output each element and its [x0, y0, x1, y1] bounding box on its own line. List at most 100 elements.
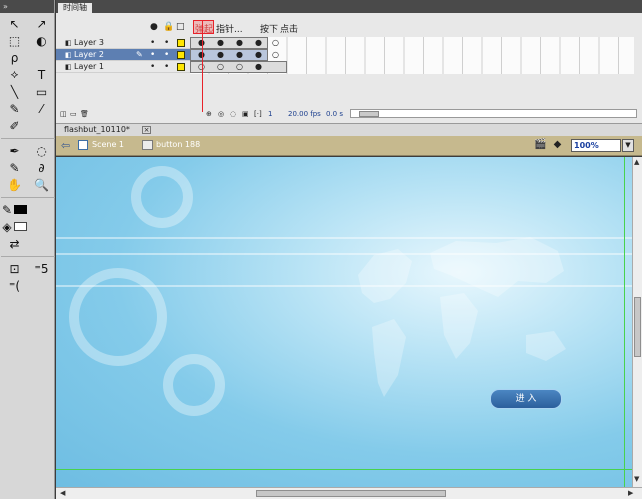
gradient-transform-tool-icon[interactable]: ◐	[28, 32, 55, 49]
enter-button[interactable]: 进 入	[490, 389, 562, 409]
onion-skin-icon[interactable]: ◎	[218, 110, 224, 118]
tab-document[interactable]: flashbut_10110*	[64, 125, 130, 134]
stage-canvas[interactable]: 进 入	[56, 157, 632, 487]
elapsed-time: 0.0 s	[326, 110, 344, 118]
zoom-dropdown-chevron-down-icon[interactable]: ▼	[622, 139, 634, 152]
layer-row-3[interactable]: ◧ Layer 3 • •	[56, 37, 190, 49]
tools-panel-header[interactable]: »	[0, 0, 54, 13]
stage-vscroll-thumb[interactable]	[634, 297, 641, 357]
tools-divider	[1, 193, 55, 198]
scroll-down-icon[interactable]: ▼	[634, 475, 639, 483]
visibility-dot[interactable]: •	[150, 49, 155, 61]
hand-tool-icon[interactable]: ✋	[1, 176, 28, 193]
keyframe-icon[interactable]: ●	[255, 50, 262, 59]
center-frame-icon[interactable]: ⊕	[206, 110, 212, 118]
keyframe-icon[interactable]: ●	[236, 38, 243, 47]
show-hide-all-icon[interactable]: ●	[150, 22, 158, 32]
playhead-marker[interactable]	[193, 20, 214, 34]
modify-onion-markers-icon[interactable]: [·]	[254, 110, 262, 118]
delete-layer-icon[interactable]: 🗑	[80, 110, 89, 118]
visibility-dot[interactable]: •	[150, 61, 155, 73]
visibility-dot[interactable]: •	[150, 37, 155, 49]
lasso-tool-icon[interactable]: ρ	[1, 49, 28, 66]
outline-all-icon[interactable]: □	[176, 22, 185, 32]
layer-row-1[interactable]: ◧ Layer 1 • •	[56, 61, 190, 73]
zoom-input[interactable]: 100%	[571, 139, 621, 152]
empty-keyframe-icon[interactable]: ○	[217, 62, 224, 71]
stage-hscroll-thumb[interactable]	[256, 490, 446, 497]
current-frame: 1	[268, 110, 273, 118]
eyedropper-tool-icon[interactable]: ◌	[28, 142, 55, 159]
stage-vscroll[interactable]: ▲ ▼	[632, 157, 642, 487]
keyframe-icon[interactable]: ●	[255, 38, 262, 47]
snap-to-objects-icon[interactable]: ⊡	[1, 260, 28, 277]
scroll-up-icon[interactable]: ▲	[634, 158, 639, 166]
timeline-hscroll-thumb[interactable]	[359, 111, 379, 117]
playhead-line[interactable]	[202, 20, 203, 112]
frame-label-over[interactable]: 指针...	[216, 22, 243, 35]
eraser-tool-icon[interactable]: ✎	[1, 159, 28, 176]
straighten-option-icon[interactable]: ⁼(	[1, 277, 28, 294]
frame-label-down[interactable]: 按下	[260, 22, 278, 35]
empty-keyframe-icon[interactable]: ○	[272, 50, 279, 59]
keyframe-icon[interactable]: ●	[217, 50, 224, 59]
lock-all-icon[interactable]: 🔒	[163, 22, 174, 32]
new-folder-icon[interactable]: ▭	[70, 110, 77, 118]
ink-bottle-tool-icon[interactable]: ✐	[1, 117, 28, 134]
breadcrumb-symbol[interactable]: button 188	[156, 140, 200, 149]
layer-icon: ◧	[65, 63, 72, 71]
empty-keyframe-icon[interactable]: ○	[236, 62, 243, 71]
text-tool-icon[interactable]: T	[28, 66, 55, 83]
keyframe-icon[interactable]: ●	[217, 38, 224, 47]
frame-label-hit[interactable]: 点击	[280, 22, 298, 35]
smooth-option-icon[interactable]: ⁼5	[28, 260, 55, 277]
edit-symbols-icon[interactable]: ◆	[551, 139, 564, 151]
layer-name: Layer 2	[74, 50, 104, 59]
lock-dot[interactable]: •	[164, 37, 169, 49]
edit-scene-icon[interactable]: 🎬	[534, 139, 547, 151]
layer-row-2[interactable]: ◧ Layer 2 ✎ • •	[56, 49, 190, 61]
bone-tool-icon[interactable]: ∂	[28, 159, 55, 176]
keyframe-icon[interactable]: ●	[255, 62, 262, 71]
keyframe-icon[interactable]: ●	[236, 50, 243, 59]
close-tab-icon[interactable]: ×	[142, 126, 151, 134]
swap-colors-icon[interactable]: ⇄	[1, 235, 28, 252]
scene-icon	[78, 140, 88, 150]
world-map-graphic	[358, 237, 566, 397]
scroll-left-icon[interactable]: ◀	[60, 489, 65, 497]
subselection-tool-icon[interactable]: ↗	[28, 15, 55, 32]
lock-dot[interactable]: •	[164, 61, 169, 73]
brush-tool-icon[interactable]: ⁄	[28, 100, 55, 117]
frame-rate: 20.00 fps	[288, 110, 321, 118]
pencil-tool-icon[interactable]: ✎	[1, 100, 28, 117]
stroke-color-swatch[interactable]: ✎	[1, 201, 28, 218]
tab-timeline[interactable]: 时间轴	[58, 3, 92, 13]
outline-color-box[interactable]	[177, 39, 185, 47]
new-layer-icon[interactable]: ◫	[60, 110, 67, 118]
selection-tool-icon[interactable]: ↖	[1, 15, 28, 32]
pen-tool-icon[interactable]: ⟡	[1, 66, 28, 83]
empty-keyframe-icon[interactable]: ○	[272, 38, 279, 47]
zoom-tool-icon[interactable]: 🔍	[28, 176, 55, 193]
edit-multiple-frames-icon[interactable]: ▣	[242, 110, 249, 118]
frames-grid[interactable]: ● ● ● ● ○ ● ● ● ● ○ ○ ○ ○ ●	[190, 37, 634, 74]
outline-color-box[interactable]	[177, 63, 185, 71]
stage-area[interactable]: 进 入	[56, 157, 632, 487]
line-tool-icon[interactable]: ╲	[1, 83, 28, 100]
timeline-tab-bar: 时间轴	[56, 0, 642, 13]
onion-outline-icon[interactable]: ◌	[230, 110, 236, 118]
rectangle-tool-icon[interactable]: ▭	[28, 83, 55, 100]
outline-color-box[interactable]	[177, 51, 185, 59]
stroke-color-icon	[14, 205, 28, 214]
stage-hscroll[interactable]: ◀ ▶	[56, 487, 642, 499]
paint-bucket-tool-icon[interactable]: ✒	[1, 142, 28, 159]
free-transform-tool-icon[interactable]: ⬚	[1, 32, 28, 49]
timeline-hscroll[interactable]	[350, 109, 637, 118]
tools-divider	[1, 134, 55, 139]
scroll-right-icon[interactable]: ▶	[628, 489, 633, 497]
fill-color-swatch[interactable]: ◈	[1, 218, 28, 235]
breadcrumb-scene[interactable]: Scene 1	[92, 140, 124, 149]
back-arrow-icon[interactable]: ⇦	[61, 139, 70, 152]
lock-dot[interactable]: •	[164, 49, 169, 61]
button-symbol-icon	[142, 140, 153, 150]
